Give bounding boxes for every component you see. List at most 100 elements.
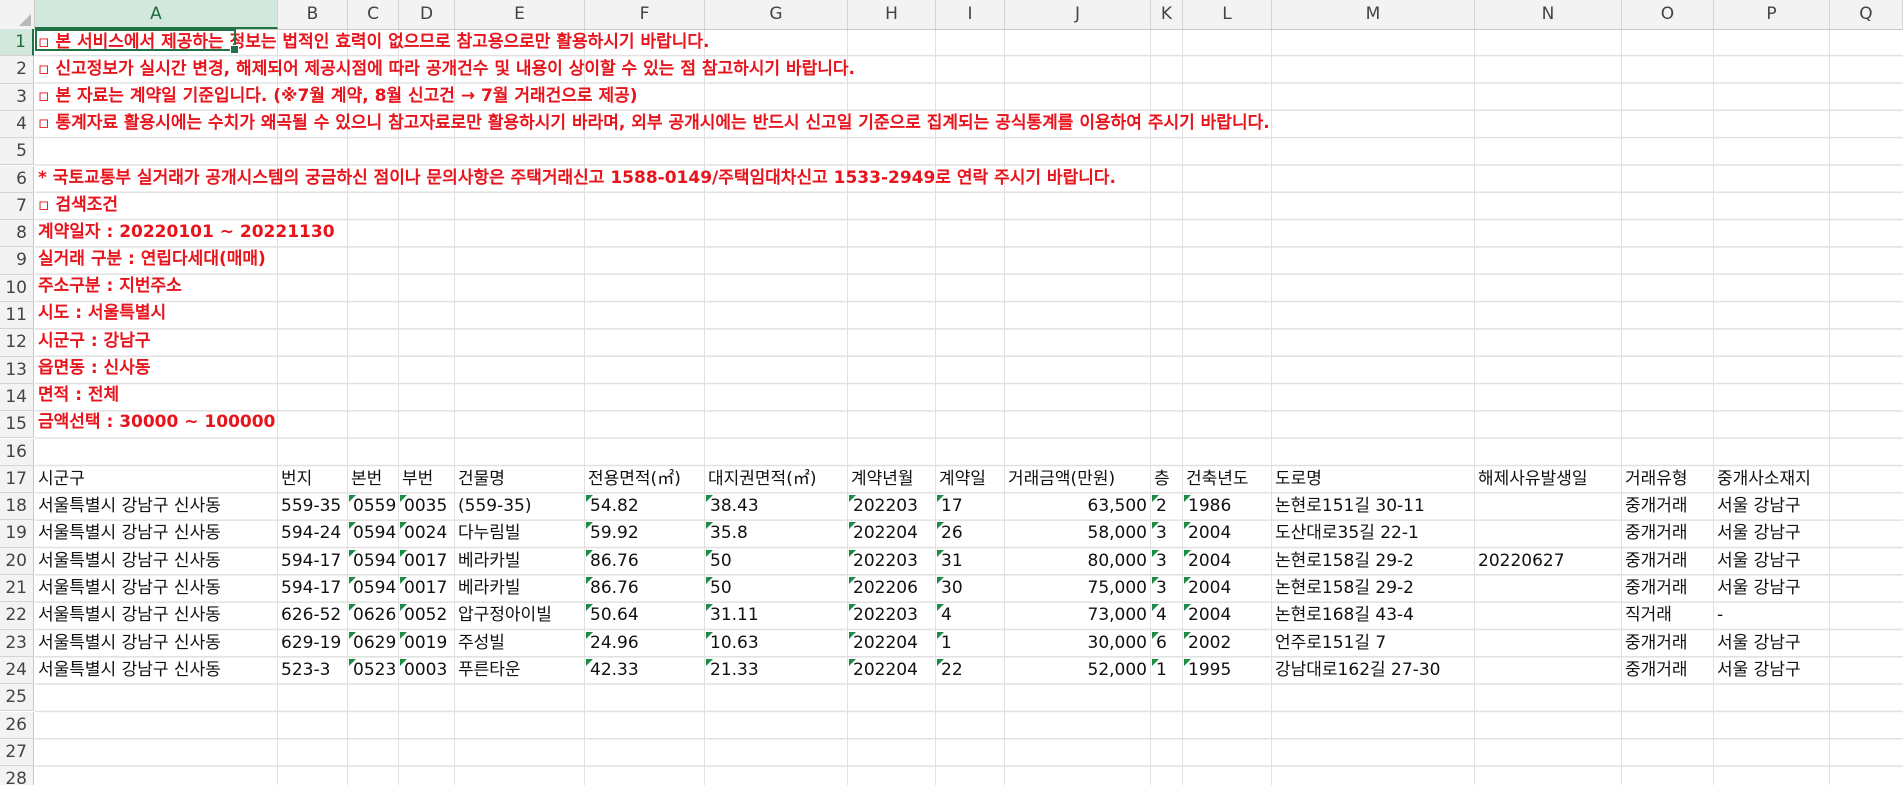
- column-header-P[interactable]: P: [1714, 0, 1830, 29]
- table-cell[interactable]: 10.63: [705, 630, 759, 657]
- table-header-cell[interactable]: 부번: [399, 466, 433, 493]
- table-cell[interactable]: 0523: [348, 657, 396, 684]
- table-cell[interactable]: 0024: [399, 520, 447, 547]
- table-cell[interactable]: 559-35: [278, 493, 341, 520]
- column-header-N[interactable]: N: [1475, 0, 1622, 29]
- table-cell[interactable]: 논현로151길 30-11: [1272, 493, 1425, 520]
- search-price[interactable]: 금액선택 : 30000 ~ 100000: [35, 409, 275, 436]
- row-header-8[interactable]: 8: [0, 220, 34, 248]
- table-header-cell[interactable]: 해제사유발생일: [1475, 466, 1587, 493]
- table-cell[interactable]: 202203: [848, 548, 918, 575]
- table-cell[interactable]: 0559: [348, 493, 396, 520]
- table-cell[interactable]: 중개거래: [1622, 548, 1688, 575]
- table-cell[interactable]: 523-3: [278, 657, 330, 684]
- table-cell[interactable]: 629-19: [278, 630, 341, 657]
- table-header-cell[interactable]: 본번: [348, 466, 382, 493]
- table-cell[interactable]: 서울특별시 강남구 신사동: [35, 657, 221, 684]
- column-header-J[interactable]: J: [1005, 0, 1151, 29]
- table-cell[interactable]: 서울특별시 강남구 신사동: [35, 520, 221, 547]
- table-cell[interactable]: 24.96: [585, 630, 639, 657]
- table-cell[interactable]: 베라카빌: [455, 548, 521, 575]
- search-trade-type[interactable]: 실거래 구분 : 연립다세대(매매): [35, 246, 266, 273]
- table-cell[interactable]: 직거래: [1622, 602, 1672, 629]
- table-cell[interactable]: 1: [936, 630, 952, 657]
- table-cell[interactable]: 0626: [348, 602, 396, 629]
- table-cell[interactable]: 베라카빌: [455, 575, 521, 602]
- table-cell[interactable]: 0594: [348, 548, 396, 575]
- column-header-K[interactable]: K: [1151, 0, 1183, 29]
- table-cell[interactable]: 서울 강남구: [1714, 520, 1801, 547]
- row-header-17[interactable]: 17: [0, 465, 34, 494]
- row-header-15[interactable]: 15: [0, 411, 34, 439]
- table-cell[interactable]: 서울 강남구: [1714, 630, 1801, 657]
- table-cell[interactable]: 중개거래: [1622, 657, 1688, 684]
- search-area[interactable]: 면적 : 전체: [35, 382, 119, 409]
- table-header-cell[interactable]: 대지권면적(㎡): [705, 466, 816, 493]
- column-header-Q[interactable]: Q: [1830, 0, 1903, 29]
- table-cell[interactable]: 86.76: [585, 548, 639, 575]
- table-cell[interactable]: 6: [1151, 630, 1167, 657]
- row-header-1[interactable]: 1: [0, 29, 34, 57]
- table-cell[interactable]: 2004: [1183, 548, 1231, 575]
- search-sido[interactable]: 시도 : 서울특별시: [35, 300, 166, 327]
- column-header-A[interactable]: A: [35, 0, 278, 29]
- table-cell[interactable]: 0052: [399, 602, 447, 629]
- row-header-6[interactable]: 6: [0, 165, 34, 193]
- table-cell[interactable]: 도산대로35길 22-1: [1272, 520, 1419, 547]
- table-cell[interactable]: 4: [936, 602, 952, 629]
- table-header-cell[interactable]: 거래금액(만원): [1005, 466, 1115, 493]
- row-header-11[interactable]: 11: [0, 302, 34, 330]
- table-header-cell[interactable]: 중개사소재지: [1714, 466, 1811, 493]
- table-cell[interactable]: 35.8: [705, 520, 748, 547]
- table-cell[interactable]: 2004: [1183, 575, 1231, 602]
- table-cell[interactable]: 다누림빌: [455, 520, 521, 547]
- notice-row-6[interactable]: * 국토교통부 실거래가 공개시스템의 궁금하신 점이나 문의사항은 주택거래신…: [35, 165, 1116, 192]
- table-cell[interactable]: 서울 강남구: [1714, 657, 1801, 684]
- table-cell[interactable]: 서울 강남구: [1714, 548, 1801, 575]
- table-cell[interactable]: 22: [936, 657, 963, 684]
- table-cell[interactable]: 1: [1151, 657, 1167, 684]
- table-header-cell[interactable]: 계약년월: [848, 466, 914, 493]
- search-dong[interactable]: 읍면동 : 신사동: [35, 355, 150, 382]
- table-cell[interactable]: 3: [1151, 575, 1167, 602]
- table-cell[interactable]: 중개거래: [1622, 575, 1688, 602]
- row-header-19[interactable]: 19: [0, 520, 34, 548]
- row-header-3[interactable]: 3: [0, 83, 34, 111]
- table-cell[interactable]: 50.64: [585, 602, 639, 629]
- table-cell[interactable]: 202204: [848, 630, 918, 657]
- table-cell[interactable]: 2004: [1183, 602, 1231, 629]
- table-cell[interactable]: 서울특별시 강남구 신사동: [35, 493, 221, 520]
- table-cell[interactable]: 202206: [848, 575, 918, 602]
- table-cell[interactable]: 58,000: [1005, 520, 1151, 547]
- table-cell[interactable]: 0035: [399, 493, 447, 520]
- table-cell[interactable]: 서울 강남구: [1714, 575, 1801, 602]
- notice-row-3[interactable]: ▫ 본 자료는 계약일 기준입니다. (※7월 계약, 8월 신고건 → 7월 …: [35, 83, 638, 110]
- table-cell[interactable]: 0594: [348, 520, 396, 547]
- row-header-10[interactable]: 10: [0, 274, 34, 302]
- row-header-16[interactable]: 16: [0, 438, 34, 466]
- table-cell[interactable]: 논현로158길 29-2: [1272, 575, 1414, 602]
- column-header-L[interactable]: L: [1183, 0, 1272, 29]
- search-conditions-title[interactable]: ▫ 검색조건: [35, 192, 118, 219]
- table-header-cell[interactable]: 건물명: [455, 466, 505, 493]
- table-cell[interactable]: 1986: [1183, 493, 1231, 520]
- search-contract-date[interactable]: 계약일자 : 20220101 ~ 20221130: [35, 219, 335, 246]
- table-cell[interactable]: 59.92: [585, 520, 639, 547]
- table-cell[interactable]: (559-35): [455, 493, 531, 520]
- row-header-25[interactable]: 25: [0, 684, 34, 712]
- table-header-cell[interactable]: 번지: [278, 466, 312, 493]
- table-cell[interactable]: 202204: [848, 520, 918, 547]
- table-cell[interactable]: 주성빌: [455, 630, 505, 657]
- table-cell[interactable]: 중개거래: [1622, 493, 1688, 520]
- table-cell[interactable]: 80,000: [1005, 548, 1151, 575]
- table-cell[interactable]: 54.82: [585, 493, 639, 520]
- table-cell[interactable]: 논현로168길 43-4: [1272, 602, 1414, 629]
- row-header-9[interactable]: 9: [0, 247, 34, 275]
- table-cell[interactable]: 63,500: [1005, 493, 1151, 520]
- row-header-14[interactable]: 14: [0, 383, 34, 412]
- active-cell-A1[interactable]: [35, 29, 239, 54]
- table-cell[interactable]: 논현로158길 29-2: [1272, 548, 1414, 575]
- table-cell[interactable]: 20220627: [1475, 548, 1565, 575]
- table-cell[interactable]: 594-17: [278, 548, 341, 575]
- row-header-26[interactable]: 26: [0, 711, 34, 739]
